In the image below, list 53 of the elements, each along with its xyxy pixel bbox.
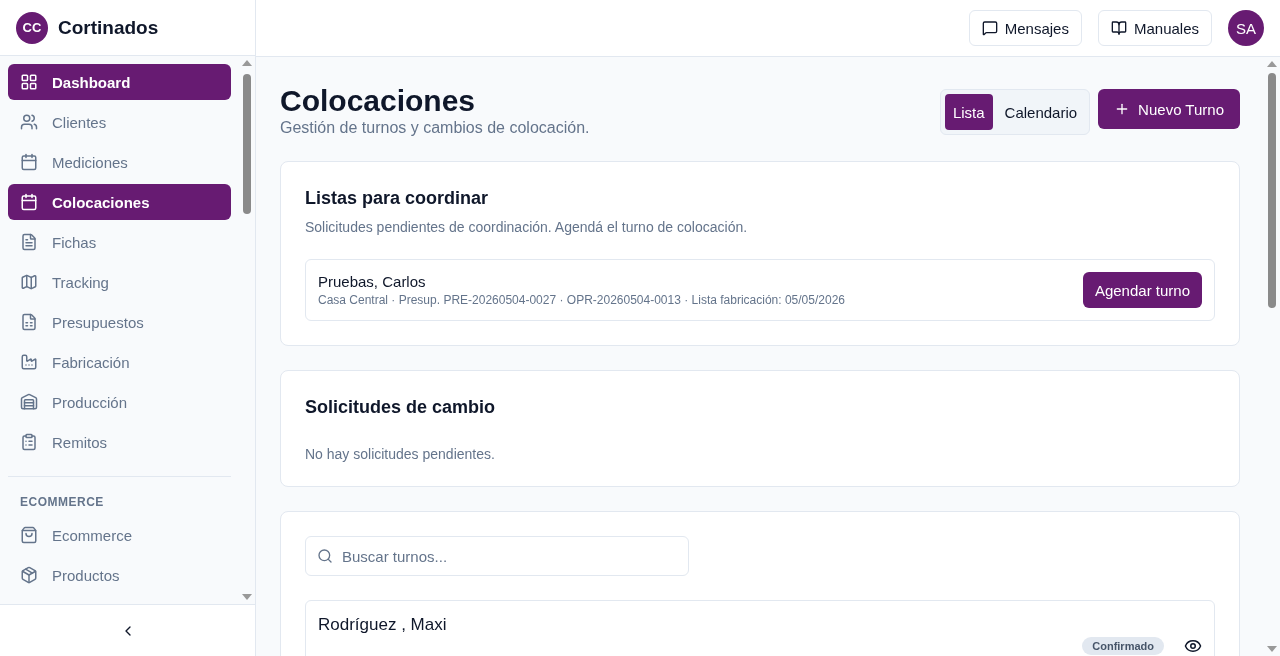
chat-icon bbox=[981, 20, 998, 36]
nav-item[interactable]: Mediciones bbox=[8, 144, 231, 180]
view-tab[interactable]: Calendario bbox=[996, 94, 1086, 130]
document-icon bbox=[20, 233, 38, 251]
nav-item[interactable]: Fichas bbox=[8, 224, 231, 260]
scroll-down-icon[interactable] bbox=[1267, 646, 1277, 652]
client-name: Pruebas, Carlos bbox=[318, 273, 427, 290]
client-name: Rodríguez , Maxi bbox=[318, 615, 447, 635]
factory-icon bbox=[20, 353, 38, 371]
nav-item[interactable]: Tracking bbox=[8, 264, 231, 300]
view-tab[interactable]: Lista bbox=[944, 94, 993, 130]
book-icon bbox=[1110, 20, 1127, 36]
users-icon bbox=[20, 113, 38, 131]
warehouse-icon bbox=[20, 393, 38, 411]
box-icon bbox=[20, 566, 38, 584]
grid-icon bbox=[20, 73, 38, 91]
card-description: Solicitudes pendientes de coordinación. Agendá el turno de colocación. bbox=[305, 219, 749, 235]
nav-item[interactable]: Remitos bbox=[8, 424, 231, 460]
new-appointment-button[interactable]: Nuevo Turno bbox=[1098, 89, 1240, 129]
bag-icon bbox=[20, 526, 38, 544]
view-button[interactable] bbox=[1184, 637, 1202, 655]
status-badge: Confirmado bbox=[1082, 637, 1164, 655]
nav-item[interactable]: Dashboard bbox=[8, 64, 231, 100]
search-field[interactable]: Buscar turnos... bbox=[305, 536, 689, 576]
row-details: Casa Central · Presup. PRE-20260504-0027 · OPR-20260504-0013 · Lista fabricación: 05/05/2026 bbox=[318, 293, 845, 307]
scrollbar-thumb[interactable] bbox=[243, 74, 251, 214]
nav-item[interactable]: Ecommerce bbox=[8, 517, 231, 553]
nav-item[interactable]: Colocaciones bbox=[8, 184, 231, 220]
scroll-up-icon[interactable] bbox=[1267, 61, 1277, 67]
eye-icon bbox=[1184, 637, 1202, 655]
scrollbar-thumb[interactable] bbox=[1268, 73, 1276, 308]
brand-name: Cortinados bbox=[58, 16, 159, 39]
spreadsheet-icon bbox=[20, 313, 38, 331]
nav-item[interactable]: Presupuestos bbox=[8, 304, 231, 340]
nav-item[interactable]: Clientes bbox=[8, 104, 231, 140]
brand-logo: CC bbox=[16, 11, 48, 44]
nav-item[interactable]: Producción bbox=[8, 384, 231, 420]
card-title: Solicitudes de cambio bbox=[305, 397, 497, 418]
calendar-icon bbox=[20, 193, 38, 211]
user-avatar[interactable]: SA bbox=[1228, 10, 1264, 46]
nav-item[interactable]: Fabricación bbox=[8, 344, 231, 380]
card-title: Listas para coordinar bbox=[305, 188, 490, 209]
messages-button[interactable]: Mensajes bbox=[968, 10, 1082, 46]
calendar-icon bbox=[20, 153, 38, 171]
page-title: Colocaciones bbox=[280, 83, 477, 119]
empty-message: No hay solicitudes pendientes. bbox=[305, 446, 496, 462]
page-subtitle: Gestión de turnos y cambios de colocación. bbox=[280, 119, 590, 137]
map-icon bbox=[20, 273, 38, 291]
section-title: ECOMMERCE bbox=[19, 495, 105, 511]
nav-item[interactable]: Productos bbox=[8, 557, 231, 593]
clipboard-icon bbox=[20, 433, 38, 451]
manuals-button[interactable]: Manuales bbox=[1097, 10, 1212, 46]
schedule-button[interactable]: Agendar turno bbox=[1082, 272, 1202, 308]
